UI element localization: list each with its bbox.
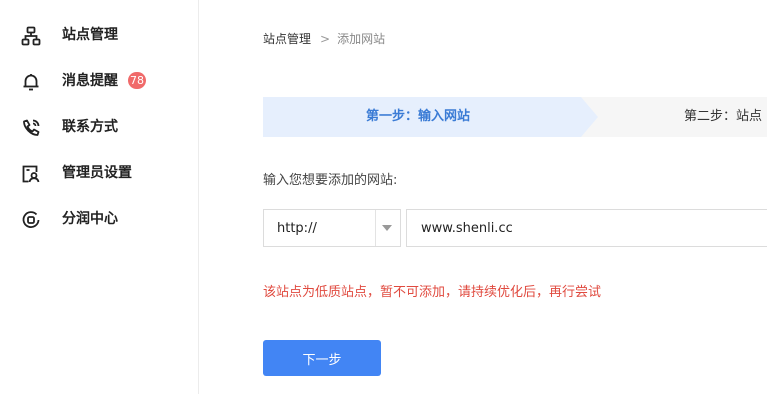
sidebar-item-messages[interactable]: 消息提醒 78	[0, 65, 198, 97]
sidebar-item-label: 站点管理	[62, 27, 118, 43]
breadcrumb: 站点管理 > 添加网站	[263, 31, 385, 47]
step-one-label: 第一步：输入网站	[366, 109, 471, 124]
sidebar-item-label: 管理员设置	[62, 165, 132, 181]
profit-icon	[21, 210, 41, 230]
chevron-right-icon: >	[320, 32, 331, 46]
protocol-select[interactable]: http://	[263, 209, 401, 247]
sidebar-item-site-management[interactable]: 站点管理	[0, 19, 198, 51]
step-indicator: 第一步：输入网站 第二步：站点	[263, 97, 767, 137]
step-two-label: 第二步：站点	[684, 109, 763, 124]
chevron-down-icon	[382, 225, 392, 231]
website-input-label: 输入您想要添加的网站:	[263, 173, 398, 188]
sidebar-item-label: 联系方式	[62, 119, 118, 135]
next-step-button[interactable]: 下一步	[263, 340, 381, 376]
admin-icon	[21, 164, 41, 184]
bell-icon	[21, 72, 41, 92]
breadcrumb-current: 添加网站	[337, 32, 386, 46]
sidebar-item-admin-settings[interactable]: 管理员设置	[0, 157, 198, 189]
notification-badge: 78	[128, 72, 146, 89]
sitemap-icon	[21, 26, 41, 46]
select-divider	[375, 210, 376, 246]
sidebar-item-profit-center[interactable]: 分润中心	[0, 203, 198, 235]
sidebar-item-label: 分润中心	[62, 211, 118, 227]
sidebar-item-contact[interactable]: 联系方式	[0, 111, 198, 143]
sidebar-item-label: 消息提醒	[62, 73, 118, 89]
error-message: 该站点为低质站点，暂不可添加，请持续优化后，再行尝试	[263, 285, 602, 300]
breadcrumb-root-link[interactable]: 站点管理	[263, 32, 311, 46]
phone-icon	[21, 118, 41, 138]
protocol-value: http://	[277, 221, 317, 236]
domain-input[interactable]	[406, 209, 767, 247]
sidebar: 站点管理 消息提醒 78 联系方式 管理员设置 分润中心	[0, 0, 199, 394]
